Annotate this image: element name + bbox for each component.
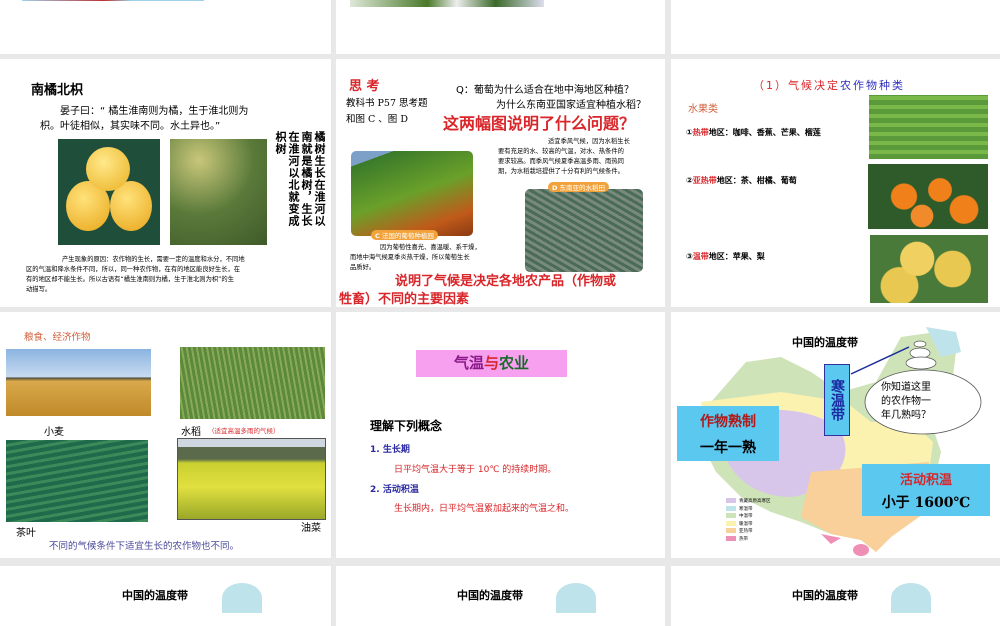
category-label: 粮食、经济作物: [24, 332, 91, 343]
rapeseed-label: 油菜: [301, 523, 321, 534]
textbook-ref: 和图 C 、图 D: [346, 114, 408, 125]
slide-thumbnail-1[interactable]: [0, 0, 331, 54]
pear-image: [870, 235, 988, 303]
legend-item: 热带: [726, 535, 771, 544]
map-fragment: [891, 583, 931, 613]
category-label: 水果类: [688, 104, 718, 115]
question-line: Q：葡萄为什么适合在地中海地区种植？: [456, 85, 634, 96]
rice-label: 水稻: [181, 427, 201, 438]
textbook-ref: 教科书 P57 思考题: [346, 98, 428, 109]
map-title: 中国的温度带: [457, 589, 523, 602]
legend-item: 中温带: [726, 513, 771, 521]
legend-label: 亚热带: [739, 529, 753, 534]
slide-title: （1）气候决定农作物种类: [753, 79, 905, 92]
slide-thumbnail-6[interactable]: （1）气候决定农作物种类 水果类 ①热带地区：咖啡、香蕉、芒果、榴莲 ②亚热带地…: [671, 59, 1000, 307]
rice-terrace-image: [525, 189, 643, 272]
vertical-text: 橘树生长在淮河以 南就是橘树，生长 在淮河以北就变成 枳树: [274, 131, 326, 227]
think-heading: 思 考: [349, 79, 380, 94]
map-title: 中国的温度带: [792, 589, 858, 602]
map-title: 中国的温度带: [792, 336, 858, 349]
vineyard-image: [351, 151, 473, 236]
legend-swatch: [726, 513, 736, 518]
cold-temperate-label: 寒温带: [824, 364, 850, 436]
legend-label: 热带: [739, 536, 748, 542]
concept-term: 1. 生长期: [370, 445, 410, 455]
tea-label: 茶叶: [16, 528, 36, 539]
quote-line: 晏子曰：“ 橘生淮南则为橘，生于淮北则为: [60, 106, 249, 117]
label-d: D 东南亚的水稻田: [548, 182, 609, 192]
slide-thumbnail-2[interactable]: [336, 0, 665, 54]
slide-title: 南橘北枳: [31, 83, 84, 98]
slide-thumbnail-7[interactable]: 粮食、经济作物 小麦 水稻 （适宜高温多雨的气候） 茶叶 油菜 不同的气候条件下…: [0, 312, 331, 558]
concept-definition: 生长期内，日平均气温累加起来的气温之和。: [394, 504, 575, 514]
map-fragment: [556, 583, 596, 613]
explanation-text: 产生现象的原因：农作物的生长，需要一定的温度和水分，不同地 区的气温和降水条件不…: [26, 256, 245, 293]
accumulated-temp-box: 活动积温 小于 1600℃: [862, 464, 990, 516]
banana-image: [869, 95, 988, 159]
crop-system-box: 作物熟制 一年一熟: [677, 406, 779, 461]
question-line: 为什么东南亚国家适宜种植水稻？: [496, 100, 646, 111]
slide-thumbnail-8[interactable]: 气温与农业 理解下列概念 1. 生长期 日平均气温大于等于 10℃ 的持续时期。…: [336, 312, 665, 558]
legend-swatch: [726, 520, 736, 526]
rice-image: [180, 347, 325, 419]
slide-thumbnail-11[interactable]: 中国的温度带: [336, 566, 665, 626]
tangerine-image: [868, 164, 988, 229]
rapeseed-image: [177, 438, 326, 520]
trifoliate-orange-image: [170, 139, 267, 245]
legend-label: 青藏高原高寒区: [739, 499, 771, 504]
title-banner: 气温与农业: [416, 350, 567, 377]
legend-item: 青藏高原高寒区: [726, 498, 771, 506]
conclusion-line: 说明了气候是决定各地农产品（作物或: [395, 274, 617, 289]
slide-thumbnail-3[interactable]: [671, 0, 1000, 54]
fruit-item: ①热带地区：咖啡、香蕉、芒果、榴莲: [686, 128, 821, 137]
legend-label: 暖温带: [739, 521, 753, 527]
legend-swatch: [726, 505, 736, 511]
slide-thumbnail-5[interactable]: 思 考 教科书 P57 思考题 和图 C 、图 D Q：葡萄为什么适合在地中海地…: [336, 59, 665, 307]
legend-swatch: [726, 528, 736, 533]
quote-line: 枳。叶徒相似，其实味不同。水土异也。”: [40, 121, 221, 132]
slide-thumbnail-9[interactable]: 中国的温度带 寒温带 你知道这里 的农作物一 年几熟吗？ 作物熟制 一年一熟 活动积…: [671, 312, 1000, 558]
wheat-label: 小麦: [44, 427, 64, 438]
legend-label: 中温带: [739, 514, 753, 519]
big-question: 这两幅图说明了什么问题？: [443, 114, 636, 133]
footer-text: 不同的气候条件下适宜生长的农作物也不同。: [49, 541, 240, 552]
conclusion-line: 牲畜）不同的主要因素: [339, 292, 470, 307]
slide-image: [22, 0, 204, 1]
wheat-image: [6, 349, 151, 416]
map-fragment: [222, 583, 262, 613]
tea-image: [6, 440, 148, 522]
concepts-heading: 理解下列概念: [370, 419, 443, 433]
fruit-item: ②亚热带地区：茶、柑橘、葡萄: [686, 176, 797, 185]
concept-definition: 日平均气温大于等于 10℃ 的持续时期。: [394, 465, 557, 475]
legend-label: 寒温带: [739, 506, 753, 512]
legend-item: 暖温带: [726, 520, 771, 529]
label-c: C 法国的葡萄种植园: [371, 230, 438, 240]
rice-note: （适宜高温多雨的气候）: [208, 427, 280, 435]
fruit-item: ③温带地区：苹果、梨: [686, 252, 765, 261]
concept-term: 2. 活动积温: [370, 485, 419, 495]
slide-thumbnail-4[interactable]: 南橘北枳 晏子曰：“ 橘生淮南则为橘，生于淮北则为 枳。叶徒相似，其实味不同。水…: [0, 59, 331, 307]
legend-item: 寒温带: [726, 505, 771, 514]
rice-text: 适宜季风气候，因为水稻生长 要有充足的水、较高的气温，对水、热条件的 要求较高。而…: [498, 138, 630, 175]
map-legend: 青藏高原高寒区 寒温带中温带暖温带亚热带热带: [726, 498, 771, 543]
legend-item: 亚热带: [726, 528, 771, 536]
legend-swatch: [726, 498, 736, 503]
oranges-image: [58, 139, 160, 245]
slide-thumbnail-10[interactable]: 中国的温度带: [0, 566, 331, 626]
thought-bubble: 你知道这里 的农作物一 年几熟吗？: [881, 382, 931, 421]
slide-image: [350, 0, 544, 7]
slide-thumbnail-12[interactable]: 中国的温度带: [671, 566, 1000, 626]
legend-swatch: [726, 535, 736, 541]
map-title: 中国的温度带: [122, 589, 188, 602]
grape-text: 因为葡萄性喜光、喜温暖、系干燥， 而地中海气候夏季炎热干燥，所以葡萄生长 品质好。: [350, 244, 481, 271]
